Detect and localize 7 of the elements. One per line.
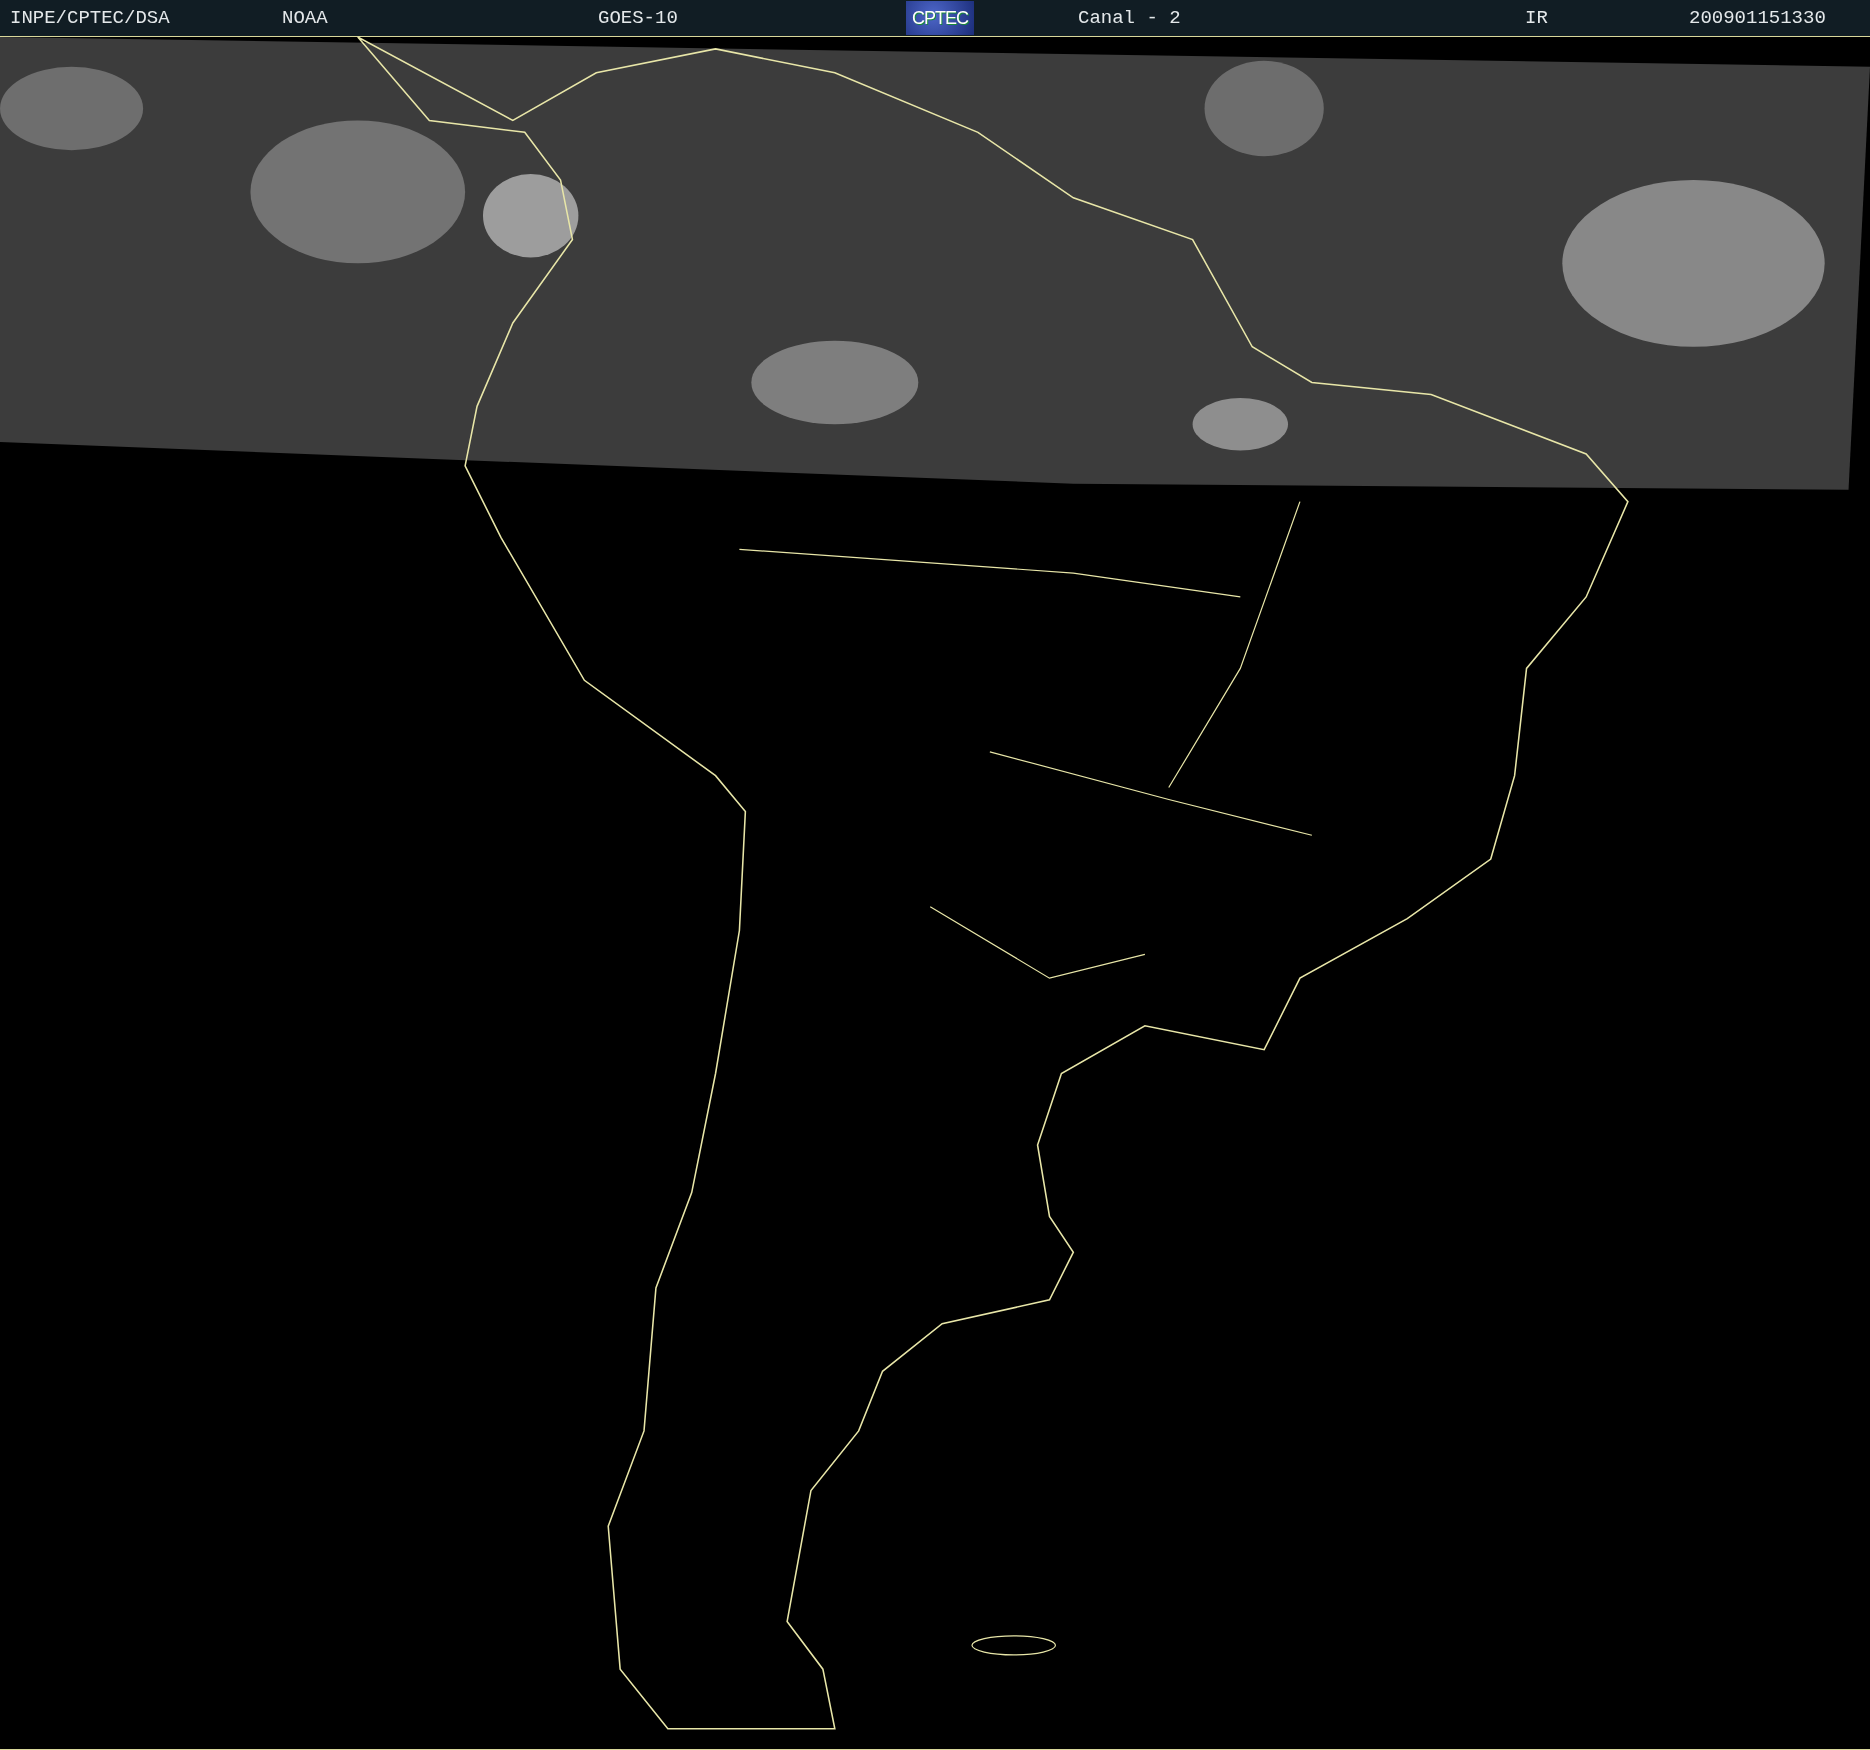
timestamp-label: 200901151330 — [1689, 7, 1827, 29]
satellite-label: GOES-10 — [598, 7, 679, 29]
band-label: IR — [1525, 7, 1549, 29]
logo: CPTEC — [906, 1, 974, 35]
channel-label: Canal - 2 — [1078, 7, 1182, 29]
institution-label: INPE/CPTEC/DSA — [10, 7, 171, 29]
agency-label: NOAA — [282, 7, 329, 29]
